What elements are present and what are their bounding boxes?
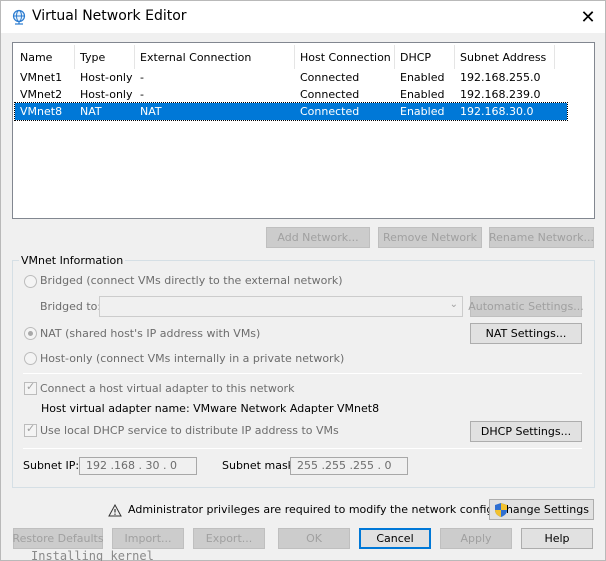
import-button[interactable]: Import... (112, 528, 184, 549)
uac-shield-icon (495, 503, 507, 517)
background-terminal-text: Installing kernel (31, 549, 154, 561)
cell-subnet: 192.168.30.0 (460, 105, 534, 118)
dhcp-settings-button[interactable]: DHCP Settings... (470, 421, 582, 442)
export-button[interactable]: Export... (193, 528, 265, 549)
adapter-name-label: Host virtual adapter name: VMware Networ… (41, 402, 380, 415)
cell-host: Connected (300, 71, 360, 84)
add-network-button[interactable]: Add Network... (266, 227, 370, 248)
help-button[interactable]: Help (521, 528, 593, 549)
virtual-network-editor-window: Virtual Network Editor ✕ Name Type Exter… (0, 0, 606, 561)
section-divider (23, 373, 582, 374)
bridged-to-select[interactable]: ⌄ (99, 296, 463, 317)
column-header-dhcp[interactable]: DHCP (394, 47, 454, 69)
admin-message: Administrator privileges are required to… (128, 503, 537, 516)
column-header-host[interactable]: Host Connection (294, 47, 394, 69)
vmnet-information-title: VMnet Information (19, 254, 126, 267)
cell-external: - (140, 71, 144, 84)
close-icon[interactable]: ✕ (571, 1, 605, 33)
table-row-selected[interactable]: VMnet8 NAT NAT Connected Enabled 192.168… (14, 102, 568, 121)
column-header-external[interactable]: External Connection (134, 47, 294, 69)
column-header-name[interactable]: Name (14, 47, 74, 69)
title-bar: Virtual Network Editor ✕ (1, 1, 605, 33)
warning-icon (108, 504, 122, 517)
chevron-down-icon: ⌄ (449, 299, 458, 310)
automatic-settings-button[interactable]: Automatic Settings... (468, 296, 584, 317)
cell-type: NAT (80, 105, 102, 118)
cell-name: VMnet2 (20, 88, 63, 101)
rename-network-button[interactable]: Rename Network... (489, 227, 594, 248)
table-row[interactable]: VMnet2 Host-only - Connected Enabled 192… (15, 86, 567, 103)
dhcp-label: Use local DHCP service to distribute IP … (40, 424, 339, 437)
dhcp-checkbox[interactable]: ✓ (24, 422, 37, 437)
nat-label: NAT (shared host's IP address with VMs) (40, 327, 261, 340)
section-divider (23, 448, 582, 449)
subnet-ip-field[interactable]: 192 .168 . 30 . 0 (79, 457, 197, 475)
connect-adapter-checkbox[interactable]: ✓ (24, 380, 37, 395)
checkmark-icon: ✓ (26, 422, 36, 435)
cancel-button[interactable]: Cancel (359, 528, 431, 549)
column-header-type[interactable]: Type (74, 47, 134, 69)
cell-type: Host-only (80, 71, 133, 84)
window-title: Virtual Network Editor (32, 8, 187, 24)
cell-name: VMnet8 (20, 105, 63, 118)
bridged-label: Bridged (connect VMs directly to the ext… (40, 274, 343, 287)
cell-external: NAT (140, 105, 162, 118)
column-divider[interactable] (554, 45, 555, 69)
connect-adapter-label: Connect a host virtual adapter to this n… (40, 382, 295, 395)
ok-button[interactable]: OK (278, 528, 350, 549)
cell-dhcp: Enabled (400, 105, 445, 118)
change-settings-label: Change Settings (498, 503, 589, 516)
vmnet-information-group (12, 260, 595, 488)
host-only-radio[interactable] (24, 352, 37, 365)
cell-name: VMnet1 (20, 71, 63, 84)
cell-external: - (140, 88, 144, 101)
checkmark-icon: ✓ (26, 380, 36, 393)
column-header-subnet[interactable]: Subnet Address (454, 47, 554, 69)
cell-dhcp: Enabled (400, 71, 445, 84)
network-globe-icon (12, 9, 26, 25)
apply-button[interactable]: Apply (440, 528, 512, 549)
nat-settings-button[interactable]: NAT Settings... (470, 323, 582, 344)
subnet-mask-field[interactable]: 255 .255 .255 . 0 (290, 457, 408, 475)
network-table[interactable]: Name Type External Connection Host Conne… (12, 42, 595, 219)
restore-defaults-button[interactable]: Restore Defaults (12, 528, 104, 549)
cell-subnet: 192.168.255.0 (460, 71, 541, 84)
cell-subnet: 192.168.239.0 (460, 88, 541, 101)
remove-network-button[interactable]: Remove Network (378, 227, 482, 248)
bridged-to-label: Bridged to: (40, 300, 102, 313)
cell-dhcp: Enabled (400, 88, 445, 101)
nat-radio[interactable] (24, 327, 37, 340)
subnet-mask-label: Subnet mask: (222, 459, 298, 472)
cell-host: Connected (300, 88, 360, 101)
cell-host: Connected (300, 105, 360, 118)
subnet-ip-label: Subnet IP: (23, 459, 80, 472)
cell-type: Host-only (80, 88, 133, 101)
host-only-label: Host-only (connect VMs internally in a p… (40, 352, 345, 365)
table-row[interactable]: VMnet1 Host-only - Connected Enabled 192… (15, 69, 567, 86)
bridged-radio[interactable] (24, 275, 37, 288)
